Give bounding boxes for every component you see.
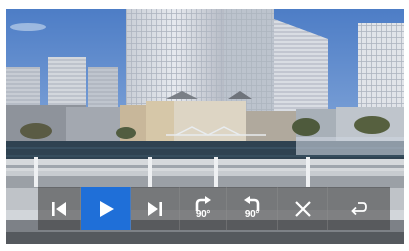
skip-previous-icon	[52, 201, 66, 216]
rotate-right-label: 90°	[195, 209, 211, 220]
close-button[interactable]	[278, 187, 328, 230]
media-toolbar: 90° 90°	[38, 187, 390, 230]
rotate-left-button[interactable]: 90°	[227, 187, 278, 230]
rotate-left-label: 90°	[244, 209, 260, 220]
rotate-right-button[interactable]: 90°	[180, 187, 227, 230]
play-button[interactable]	[81, 187, 131, 230]
return-arrow-icon	[351, 201, 367, 215]
return-button[interactable]	[328, 187, 390, 230]
skip-next-icon	[148, 201, 162, 216]
next-button[interactable]	[131, 187, 180, 230]
previous-button[interactable]	[38, 187, 81, 230]
close-icon	[294, 200, 311, 217]
play-icon	[99, 200, 114, 217]
